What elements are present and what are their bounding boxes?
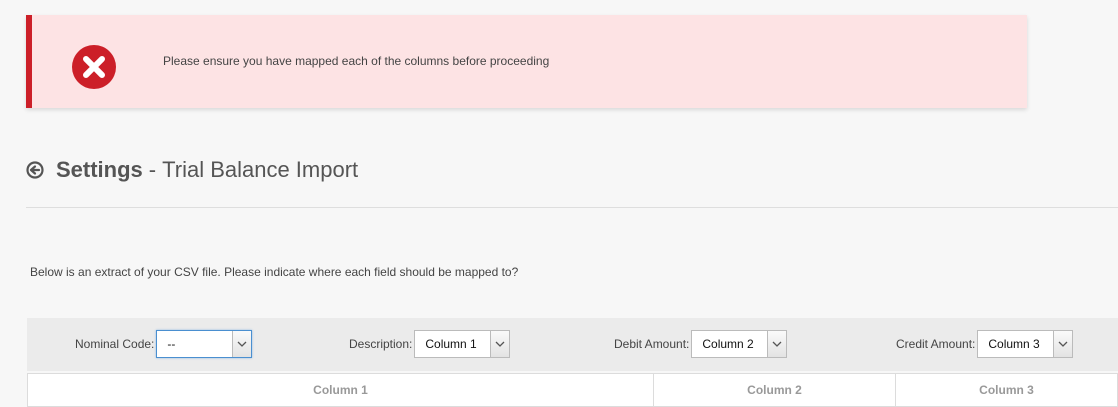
intro-text: Below is an extract of your CSV file. Pl… [30, 265, 519, 279]
csv-table-header: Column 1 Column 2 Column 3 [27, 373, 1118, 407]
chevron-down-icon[interactable] [490, 331, 510, 357]
nominal-code-label: Nominal Code: [75, 337, 155, 351]
page-title: Settings - Trial Balance Import [26, 155, 358, 185]
back-circle-arrow-icon[interactable] [26, 161, 44, 179]
nominal-code-value: -- [167, 337, 176, 351]
alert-message: Please ensure you have mapped each of th… [163, 54, 550, 68]
debit-amount-select[interactable]: Column 2 [691, 330, 788, 358]
column-header-3: Column 3 [979, 383, 1034, 397]
credit-amount-value: Column 3 [988, 337, 1040, 351]
chevron-down-icon[interactable] [767, 331, 787, 357]
column-mapping-bar: Nominal Code: -- Description: Column 1 D… [27, 318, 1118, 371]
column-header-1: Column 1 [28, 374, 654, 406]
title-separator: - [148, 157, 157, 182]
error-alert: Please ensure you have mapped each of th… [26, 15, 1027, 108]
nominal-code-select[interactable]: -- [156, 330, 253, 358]
debit-amount-label: Debit Amount: [614, 337, 690, 351]
description-label: Description: [349, 337, 413, 351]
debit-amount-value: Column 2 [702, 337, 754, 351]
credit-amount-label: Credit Amount: [896, 337, 976, 351]
page-subtitle: Trial Balance Import [162, 157, 359, 182]
description-field: Description: Column 1 [349, 329, 511, 359]
header-divider [26, 207, 1118, 208]
error-x-icon [72, 45, 116, 89]
credit-amount-field: Credit Amount: Column 3 [896, 329, 1074, 359]
debit-amount-field: Debit Amount: Column 2 [614, 329, 788, 359]
nominal-code-field: Nominal Code: -- [75, 329, 253, 359]
credit-amount-select[interactable]: Column 3 [977, 330, 1074, 358]
description-value: Column 1 [425, 337, 477, 351]
description-select[interactable]: Column 1 [414, 330, 511, 358]
column-header-2: Column 2 [654, 374, 896, 406]
chevron-down-icon[interactable] [1053, 331, 1073, 357]
page-title-main: Settings [56, 157, 143, 182]
chevron-down-icon[interactable] [232, 331, 252, 357]
